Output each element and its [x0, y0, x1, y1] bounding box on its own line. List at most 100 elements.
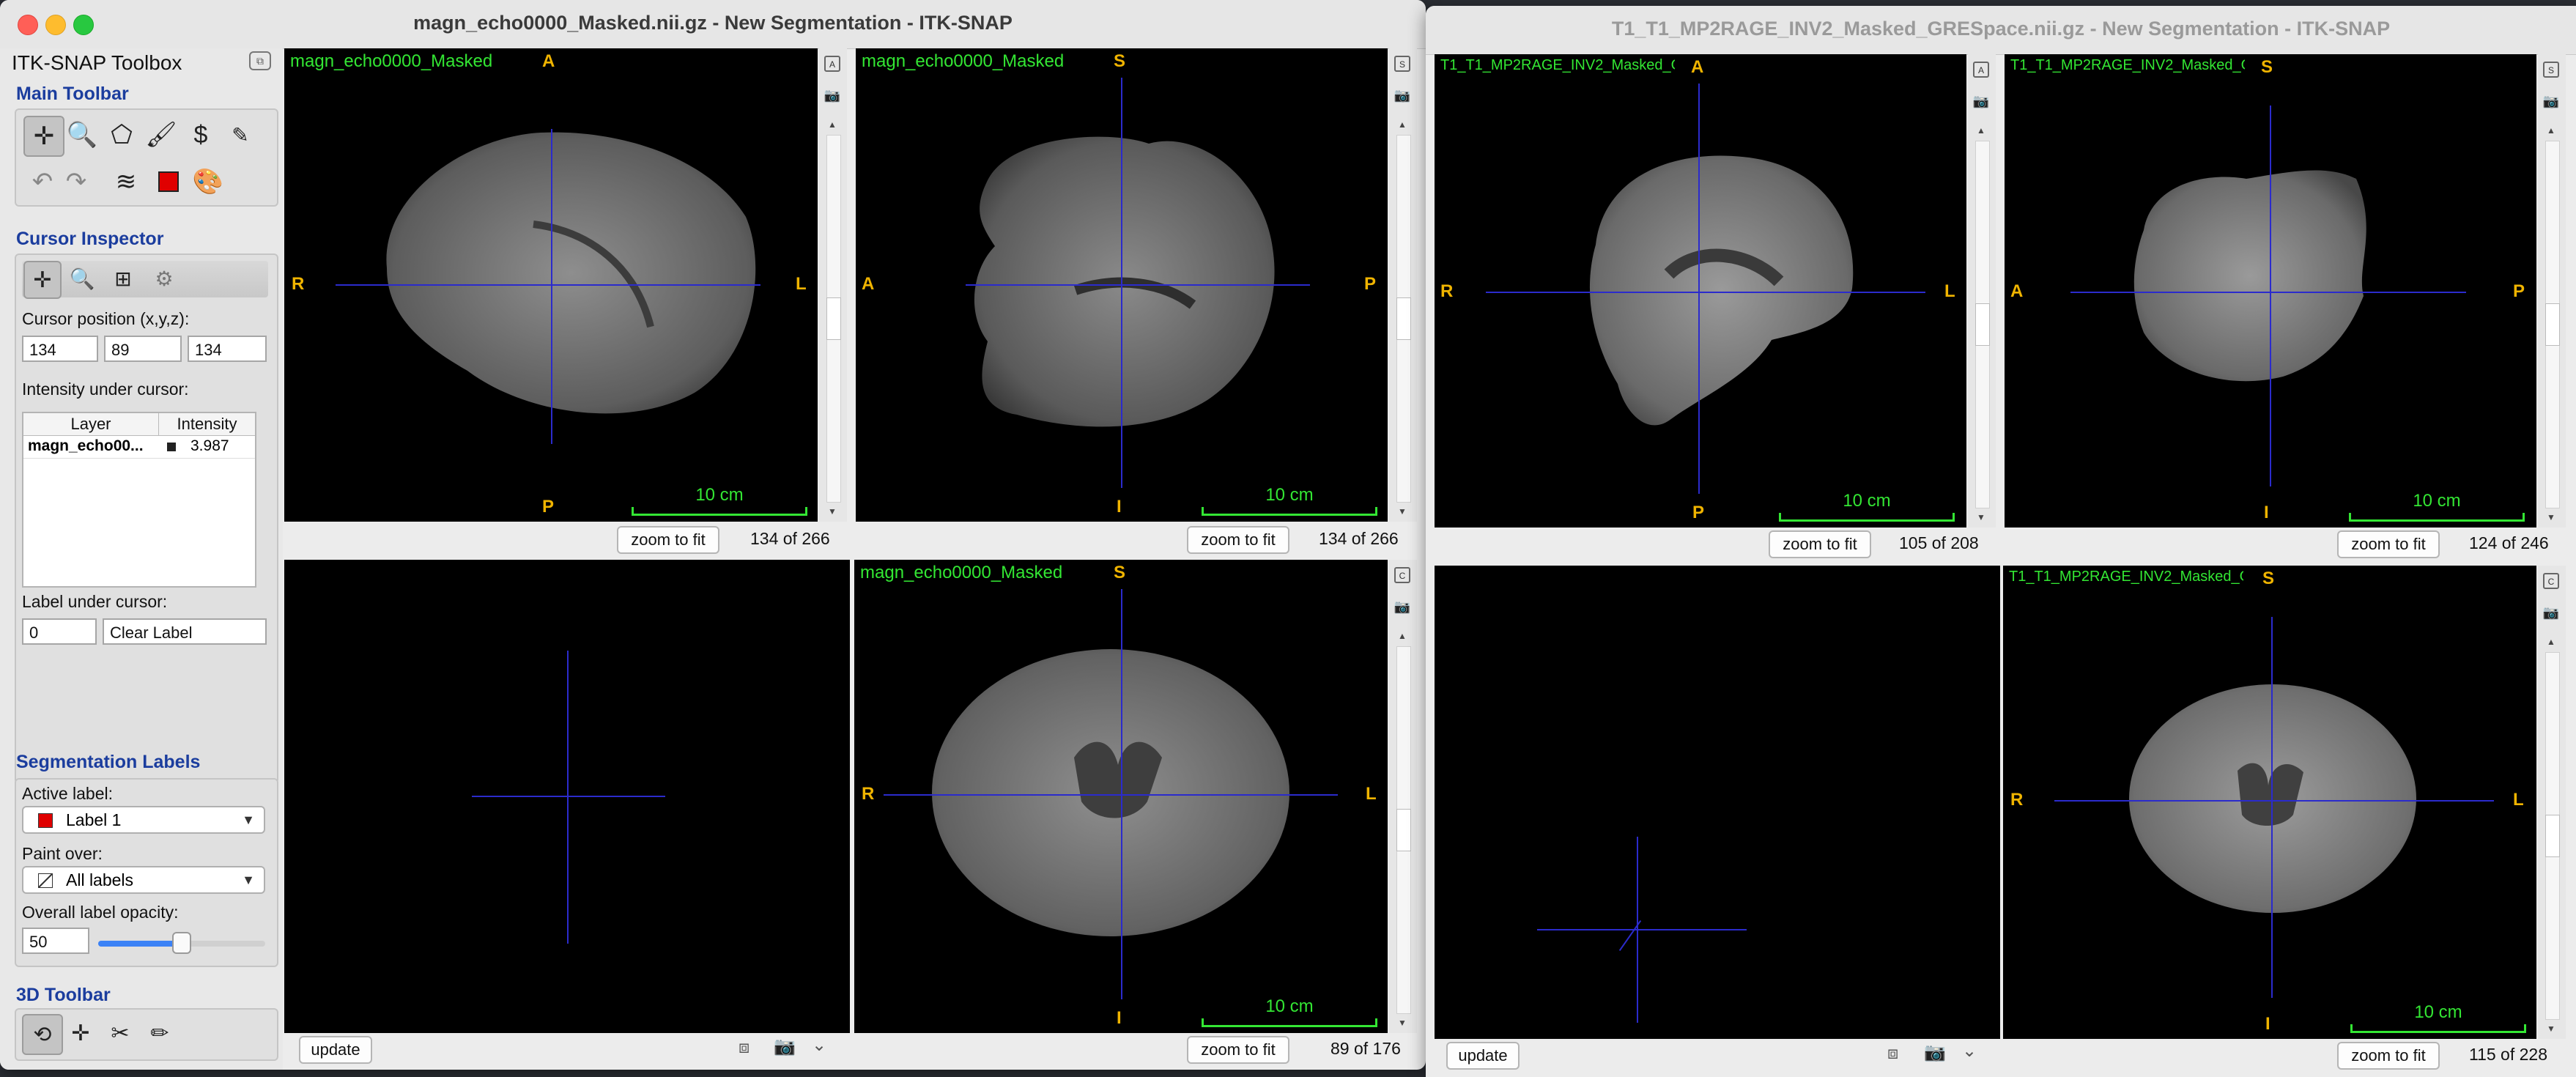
camera-icon[interactable]: 📷	[1972, 92, 1990, 110]
annotation-icon[interactable]: ✎	[221, 116, 259, 154]
titlebar[interactable]: magn_echo0000_Masked.nii.gz - New Segmen…	[0, 0, 1426, 49]
slice-scroll-thumb[interactable]	[2545, 815, 2560, 857]
camera-icon[interactable]: 📷	[823, 86, 841, 104]
slice-counter: 115 of 228	[2469, 1045, 2548, 1064]
rotate-3d-icon[interactable]: ⟲	[22, 1014, 63, 1055]
snake-icon[interactable]: $	[182, 116, 220, 154]
camera-icon[interactable]: 📷	[774, 1036, 796, 1057]
grid-icon[interactable]: ⊞	[106, 261, 141, 296]
view-layout-c-icon[interactable]: C	[1394, 567, 1410, 583]
layers-icon[interactable]: ≋	[107, 163, 145, 201]
undo-icon[interactable]: ↶	[23, 163, 62, 201]
3d-view[interactable]	[284, 560, 850, 1033]
slice-view-1[interactable]: T1_T1_MP2RAGE_INV2_Masked_G... A R L P 1…	[1435, 54, 1966, 528]
scroll-up-icon[interactable]: ▲	[1394, 627, 1411, 645]
crosshair-icon[interactable]: ✛	[23, 116, 64, 157]
zoom-to-fit-button[interactable]: zoom to fit	[1769, 530, 1871, 558]
zoom-to-fit-button[interactable]: zoom to fit	[2337, 530, 2440, 558]
crosshair-icon[interactable]: ✛	[23, 261, 62, 299]
update-button[interactable]: update	[299, 1036, 372, 1064]
slice-scroll-thumb[interactable]	[826, 297, 841, 340]
table-row[interactable]: magn_echo00... 3.987	[23, 436, 255, 459]
slice-view-1[interactable]: magn_echo0000_Masked A R L P 10 cm	[284, 48, 818, 522]
3d-icon[interactable]: ⧈	[1887, 1043, 1898, 1064]
view-layout-s-icon[interactable]: S	[1394, 56, 1410, 72]
camera-icon[interactable]: 📷	[2542, 92, 2560, 110]
crosshair-vertical	[1637, 837, 1638, 1023]
active-label-dropdown[interactable]: Label 1 ▼	[22, 806, 265, 834]
view-layout-a-icon[interactable]: A	[1973, 62, 1989, 78]
zoom-icon[interactable]: 🔍	[64, 261, 100, 296]
scroll-up-icon[interactable]: ▲	[2542, 122, 2560, 139]
slice-view-2[interactable]: T1_T1_MP2RAGE_INV2_Masked_G... S A P I 1…	[2005, 54, 2536, 528]
scroll-down-icon[interactable]: ▼	[2542, 1020, 2560, 1037]
zoom-to-fit-button[interactable]: zoom to fit	[2337, 1042, 2440, 1070]
opacity-slider-knob[interactable]	[172, 932, 191, 954]
slice-scroll-thumb[interactable]	[2545, 303, 2560, 346]
scroll-up-icon[interactable]: ▲	[2542, 633, 2560, 651]
camera-icon[interactable]: 📷	[1924, 1042, 1946, 1063]
3d-view[interactable]	[1435, 566, 2000, 1039]
detach-panel-icon[interactable]: ⧉	[249, 51, 271, 70]
scroll-down-icon[interactable]: ▼	[1972, 508, 1990, 526]
orient-bottom: I	[1117, 1008, 1122, 1028]
sync-icon[interactable]: ⚙	[147, 261, 182, 296]
crosshair-3d-icon[interactable]: ✛	[62, 1014, 100, 1052]
scroll-down-icon[interactable]: ▼	[823, 503, 841, 520]
view-layout-s-icon[interactable]: S	[2543, 62, 2559, 78]
camera-icon[interactable]: 📷	[1394, 86, 1411, 104]
chevron-down-icon[interactable]: ⌄	[812, 1035, 826, 1056]
paintbrush-icon[interactable]: 🖌	[142, 116, 180, 154]
crosshair-horizontal	[2070, 292, 2466, 293]
slice-scroll-thumb[interactable]	[1396, 809, 1411, 851]
slice-scroll-thumb[interactable]	[1975, 303, 1990, 346]
crosshair-vertical	[567, 651, 569, 944]
view-2-sidebar: S 📷 ▲ ▼	[2538, 54, 2566, 528]
cursor-z-field[interactable]: 134	[188, 336, 267, 362]
scroll-up-icon[interactable]: ▲	[1972, 122, 1990, 139]
update-button[interactable]: update	[1446, 1042, 1520, 1070]
scalpel-icon[interactable]: ✂	[101, 1014, 139, 1052]
chevron-down-icon[interactable]: ⌄	[1962, 1040, 1977, 1062]
3d-icon[interactable]: ⧈	[739, 1037, 750, 1058]
zoom-to-fit-button[interactable]: zoom to fit	[617, 526, 719, 554]
titlebar[interactable]: T1_T1_MP2RAGE_INV2_Masked_GRESpace.nii.g…	[1426, 6, 2576, 55]
orient-right: L	[1366, 784, 1377, 804]
polygon-icon[interactable]: ⬠	[103, 116, 141, 154]
zoom-icon[interactable]: 🔍	[63, 116, 101, 154]
camera-icon[interactable]: 📷	[1394, 598, 1411, 615]
opacity-field[interactable]: 50	[22, 928, 89, 954]
zoom-to-fit-button[interactable]: zoom to fit	[1187, 1036, 1289, 1064]
scroll-up-icon[interactable]: ▲	[823, 116, 841, 133]
paint-over-dropdown[interactable]: All labels ▼	[22, 866, 265, 894]
redo-icon[interactable]: ↷	[57, 163, 95, 201]
label-name-field[interactable]: Clear Label	[103, 618, 267, 645]
orient-top: S	[1114, 51, 1126, 71]
crosshair-vertical	[1698, 84, 1700, 494]
scroll-down-icon[interactable]: ▼	[1394, 503, 1411, 520]
slice-scroll-thumb[interactable]	[1396, 297, 1411, 340]
palette-icon[interactable]: 🎨	[189, 163, 227, 201]
slice-view-2[interactable]: magn_echo0000_Masked S A P I 10 cm	[856, 48, 1388, 522]
brain-image	[1589, 155, 1854, 426]
view-layout-c-icon[interactable]: C	[2543, 573, 2559, 589]
scroll-down-icon[interactable]: ▼	[1394, 1014, 1411, 1032]
cursor-y-field[interactable]: 89	[104, 336, 182, 362]
zoom-to-fit-button[interactable]: zoom to fit	[1187, 526, 1289, 554]
orient-top: S	[2262, 569, 2275, 588]
slice-view-3[interactable]: T1_T1_MP2RAGE_INV2_Masked_G... S R L I 1…	[2003, 566, 2536, 1039]
spray-icon[interactable]: ✏	[141, 1014, 179, 1052]
label-color-icon[interactable]	[149, 163, 188, 201]
window-title: magn_echo0000_Masked.nii.gz - New Segmen…	[413, 12, 1013, 34]
view-layout-a-icon[interactable]: A	[824, 56, 840, 72]
cursor-x-field[interactable]: 134	[22, 336, 98, 362]
scroll-down-icon[interactable]: ▼	[2542, 508, 2560, 526]
orient-left: R	[1440, 281, 1454, 301]
opacity-slider[interactable]	[98, 932, 265, 954]
slice-view-3[interactable]: magn_echo0000_Masked S R L I 10 cm	[854, 560, 1388, 1033]
crosshair-horizontal	[966, 284, 1310, 286]
label-id-field[interactable]: 0	[22, 618, 97, 645]
camera-icon[interactable]: 📷	[2542, 604, 2560, 621]
scroll-up-icon[interactable]: ▲	[1394, 116, 1411, 133]
window-title: T1_T1_MP2RAGE_INV2_Masked_GRESpace.nii.g…	[1611, 18, 2391, 40]
